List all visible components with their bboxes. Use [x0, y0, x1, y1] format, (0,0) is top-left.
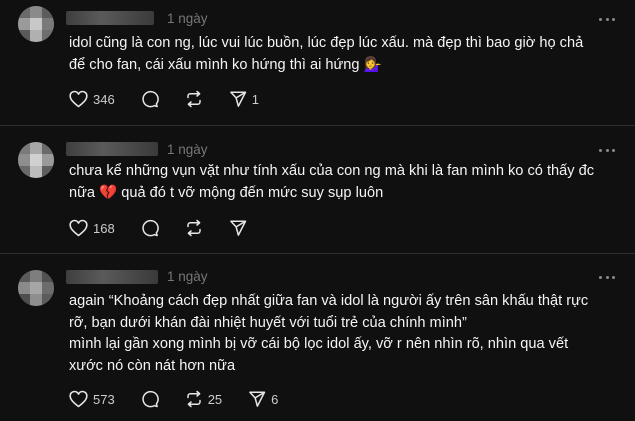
like-button[interactable]: 346 [69, 90, 115, 108]
repost-button[interactable] [185, 219, 203, 237]
action-bar: 573 25 6 [69, 388, 304, 410]
more-options-button[interactable] [599, 17, 615, 21]
post-time: 1 ngày [167, 142, 208, 157]
comment-icon [142, 90, 159, 108]
post-text-line: rỡ, bạn dưới khán đài nhiệt huyết với tu… [69, 314, 467, 331]
post-text: chưa kể những vụn vặt như tính xấu của c… [69, 161, 621, 204]
post-text-line: chưa kể những vụn vặt như tính xấu của c… [69, 163, 594, 179]
post-3: 1 ngày again “Khoảng cách đẹp nhất giữa … [0, 254, 635, 421]
comment-icon [142, 219, 159, 237]
username-redacted[interactable] [66, 270, 158, 284]
post-text-line: để cho fan, cái xấu mình ko hứng thì ai … [69, 56, 382, 73]
username-redacted[interactable] [66, 142, 158, 156]
share-count: 6 [271, 391, 279, 407]
send-icon [249, 391, 266, 407]
heart-icon [69, 390, 88, 408]
post-text-line: xước nó còn nát hơn nữa [69, 357, 236, 374]
post-2: 1 ngày chưa kể những vụn vặt như tính xấ… [0, 126, 635, 252]
post-text-line: idol cũng là con ng, lúc vui lúc buồn, l… [69, 35, 584, 51]
post-1: 1 ngày idol cũng là con ng, lúc vui lúc … [0, 0, 635, 124]
repost-count: 25 [207, 391, 223, 407]
like-count: 168 [93, 220, 115, 236]
avatar[interactable] [18, 142, 54, 178]
repost-button[interactable] [185, 90, 203, 108]
username-redacted[interactable] [66, 11, 154, 25]
like-button[interactable]: 573 [69, 390, 115, 408]
heart-icon [69, 90, 88, 108]
post-text-line: again “Khoảng cách đẹp nhất giữa fan và … [69, 293, 589, 309]
post-text-line: mình lại gần xong mình bị vỡ cái bộ lọc … [69, 336, 569, 352]
share-button[interactable]: 1 [229, 90, 259, 108]
more-options-button[interactable] [599, 148, 615, 152]
more-icon [599, 17, 602, 21]
avatar[interactable] [18, 270, 54, 306]
action-bar: 168 [69, 217, 273, 239]
share-count: 1 [251, 91, 259, 107]
repost-icon [186, 90, 201, 108]
repost-icon [186, 219, 201, 237]
send-icon [229, 91, 246, 107]
repost-icon [186, 390, 201, 408]
post-time: 1 ngày [167, 269, 208, 284]
more-icon [599, 275, 602, 279]
share-button[interactable] [229, 219, 247, 237]
share-button[interactable]: 6 [248, 390, 278, 408]
repost-button[interactable]: 25 [185, 390, 222, 408]
more-icon [599, 148, 602, 152]
comment-icon [142, 390, 159, 408]
like-button[interactable]: 168 [69, 219, 115, 237]
reply-feed: 1 ngày idol cũng là con ng, lúc vui lúc … [0, 0, 635, 421]
avatar[interactable] [18, 6, 54, 42]
post-text: again “Khoảng cách đẹp nhất giữa fan và … [69, 291, 621, 377]
like-count: 573 [93, 391, 115, 407]
like-count: 346 [93, 91, 115, 107]
post-text-line: nữa 💔 quả đó t vỡ mộng đến mức suy sụp l… [69, 184, 384, 201]
post-text: idol cũng là con ng, lúc vui lúc buồn, l… [69, 33, 621, 76]
more-options-button[interactable] [599, 275, 615, 279]
reply-button[interactable] [141, 219, 159, 237]
heart-icon [69, 219, 88, 237]
send-icon [229, 220, 246, 236]
reply-button[interactable] [141, 90, 159, 108]
reply-button[interactable] [141, 390, 159, 408]
action-bar: 346 1 [69, 88, 285, 110]
post-time: 1 ngày [167, 11, 208, 26]
